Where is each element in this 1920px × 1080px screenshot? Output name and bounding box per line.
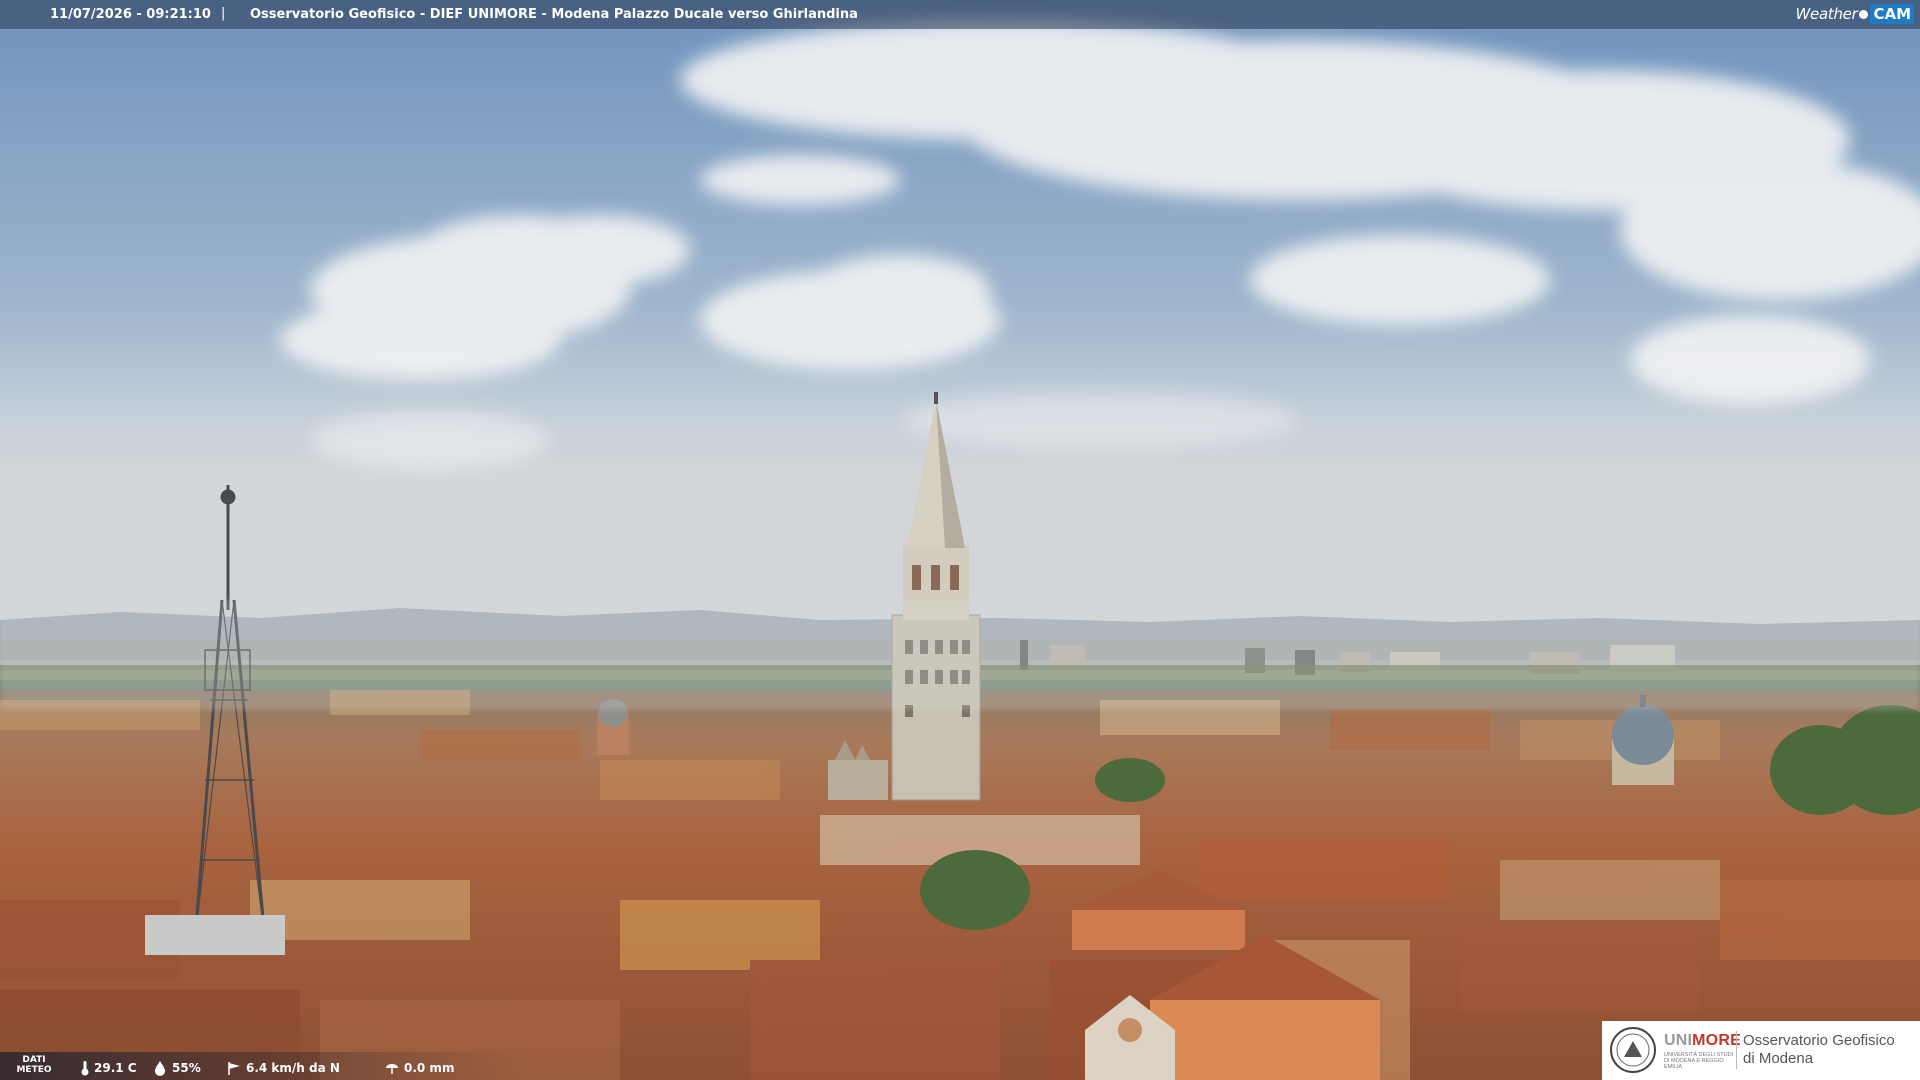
observatory-line1: Osservatorio Geofisico — [1743, 1032, 1895, 1049]
weathercam-logo: Weather CAM — [1796, 3, 1914, 25]
observatory-name: Osservatorio Geofisico di Modena — [1743, 1032, 1895, 1068]
humidity-value: 55% — [172, 1061, 201, 1075]
seal-emblem-icon — [1616, 1033, 1650, 1067]
unimore-subtitle: UNIVERSITÀ DEGLI STUDI DI MODENA E REGGI… — [1664, 1052, 1734, 1070]
brand-dot-icon — [1859, 9, 1869, 19]
haze — [0, 600, 1920, 710]
rain-item: 0.0 mm — [384, 1060, 454, 1076]
droplet-icon — [155, 1061, 165, 1076]
wind-item: 6.4 km/h da N — [226, 1060, 340, 1076]
rain-value: 0.0 mm — [404, 1061, 455, 1075]
camera-title: Osservatorio Geofisico - DIEF UNIMORE - … — [250, 7, 858, 22]
meteo-label-line1: DATI — [22, 1055, 46, 1065]
timestamp: 11/07/2026 - 09:21:10 — [50, 7, 211, 22]
brand-weather: Weather — [1795, 5, 1858, 23]
meteo-data-bar: DATI METEO 29.1 C 55% 6.4 km/h da N 0.0 … — [0, 1052, 520, 1080]
rain-gauge-icon — [386, 1064, 398, 1074]
meteo-label: DATI METEO — [14, 1055, 54, 1075]
wind-value: 6.4 km/h da N — [246, 1061, 340, 1075]
uni-suffix: MORE — [1692, 1032, 1741, 1049]
unimore-seal-icon — [1610, 1027, 1656, 1073]
meteo-label-line2: METEO — [16, 1065, 52, 1075]
unimore-wordmark: UNIMORE — [1664, 1032, 1741, 1050]
brand-cam: CAM — [1870, 4, 1914, 24]
logo-divider — [1736, 1031, 1737, 1069]
unimore-logo-panel: UNIMORE UNIVERSITÀ DEGLI STUDI DI MODENA… — [1602, 1021, 1920, 1080]
header-separator: | — [221, 6, 226, 21]
wind-vane-icon — [228, 1062, 240, 1075]
webcam-scene — [0, 0, 1920, 1080]
humidity-item: 55% — [152, 1060, 201, 1076]
temperature-item: 29.1 C — [80, 1060, 137, 1076]
thermometer-icon — [81, 1061, 89, 1076]
header-bar: 11/07/2026 - 09:21:10 | Osservatorio Geo… — [0, 0, 1920, 29]
observatory-line2: di Modena — [1743, 1050, 1814, 1067]
uni-prefix: UNI — [1664, 1032, 1693, 1049]
antenna-base — [145, 915, 285, 955]
temperature-value: 29.1 C — [94, 1061, 137, 1075]
